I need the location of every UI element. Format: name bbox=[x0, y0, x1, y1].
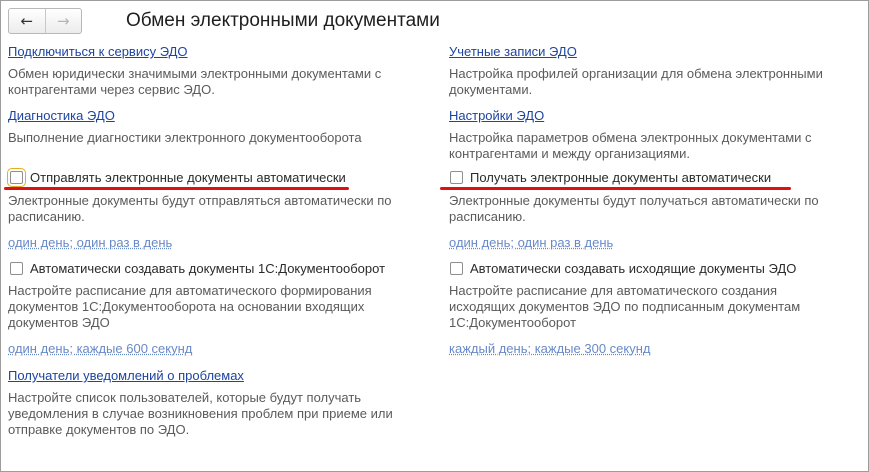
auto-outgoing-schedule-link[interactable]: каждый день; каждые 300 секунд bbox=[449, 341, 651, 356]
connect-edo-description: Обмен юридически значимыми электронными … bbox=[8, 66, 382, 97]
auto-create-checkbox[interactable] bbox=[10, 262, 23, 275]
auto-send-schedule-link[interactable]: один день; один раз в день bbox=[8, 235, 172, 250]
auto-receive-description: Электронные документы будут получаться а… bbox=[449, 193, 819, 224]
auto-create-description: Настройте расписание для автоматического… bbox=[8, 283, 372, 330]
auto-outgoing-label: Автоматически создавать исходящие докуме… bbox=[470, 261, 797, 276]
auto-send-description: Электронные документы будут отправляться… bbox=[8, 193, 392, 224]
auto-outgoing-checkbox[interactable] bbox=[450, 262, 463, 275]
edo-settings-link[interactable]: Настройки ЭДО bbox=[449, 108, 544, 123]
back-arrow-icon[interactable]: ← bbox=[9, 9, 46, 33]
auto-outgoing-checkbox-row[interactable]: Автоматически создавать исходящие докуме… bbox=[450, 261, 796, 276]
forward-arrow-icon[interactable]: → bbox=[46, 9, 82, 33]
edo-settings-description: Настройка параметров обмена электронных … bbox=[449, 130, 812, 161]
edo-accounts-description: Настройка профилей организации для обмен… bbox=[449, 66, 823, 97]
auto-receive-checkbox[interactable] bbox=[450, 171, 463, 184]
connect-edo-link[interactable]: Подключиться к сервису ЭДО bbox=[8, 44, 188, 59]
notification-recipients-description: Настройте список пользователей, которые … bbox=[8, 390, 393, 437]
diagnostics-edo-link[interactable]: Диагностика ЭДО bbox=[8, 108, 115, 123]
notification-recipients-link[interactable]: Получатели уведомлений о проблемах bbox=[8, 368, 244, 383]
page-title: Обмен электронными документами bbox=[126, 10, 440, 31]
auto-receive-label: Получать электронные документы автоматич… bbox=[470, 170, 772, 185]
window-frame: ← → Обмен электронными документами Подкл… bbox=[0, 0, 869, 472]
auto-outgoing-description: Настройте расписание для автоматического… bbox=[449, 283, 801, 330]
auto-send-checkbox[interactable] bbox=[7, 168, 26, 187]
auto-receive-schedule-link[interactable]: один день; один раз в день bbox=[449, 235, 613, 250]
edo-accounts-link[interactable]: Учетные записи ЭДО bbox=[449, 44, 577, 59]
auto-create-label: Автоматически создавать документы 1С:Док… bbox=[30, 261, 386, 276]
diagnostics-edo-description: Выполнение диагностики электронного доку… bbox=[8, 130, 362, 145]
auto-send-red-underline bbox=[4, 187, 349, 190]
auto-create-schedule-link[interactable]: один день; каждые 600 секунд bbox=[8, 341, 192, 356]
auto-send-label: Отправлять электронные документы автомат… bbox=[30, 170, 346, 185]
nav-button-group: ← → bbox=[8, 8, 82, 34]
auto-create-checkbox-row[interactable]: Автоматически создавать документы 1С:Док… bbox=[10, 261, 385, 276]
auto-receive-checkbox-row[interactable]: Получать электронные документы автоматич… bbox=[450, 170, 771, 185]
auto-receive-red-underline bbox=[440, 187, 791, 190]
auto-send-checkbox-row[interactable]: Отправлять электронные документы автомат… bbox=[7, 168, 346, 187]
